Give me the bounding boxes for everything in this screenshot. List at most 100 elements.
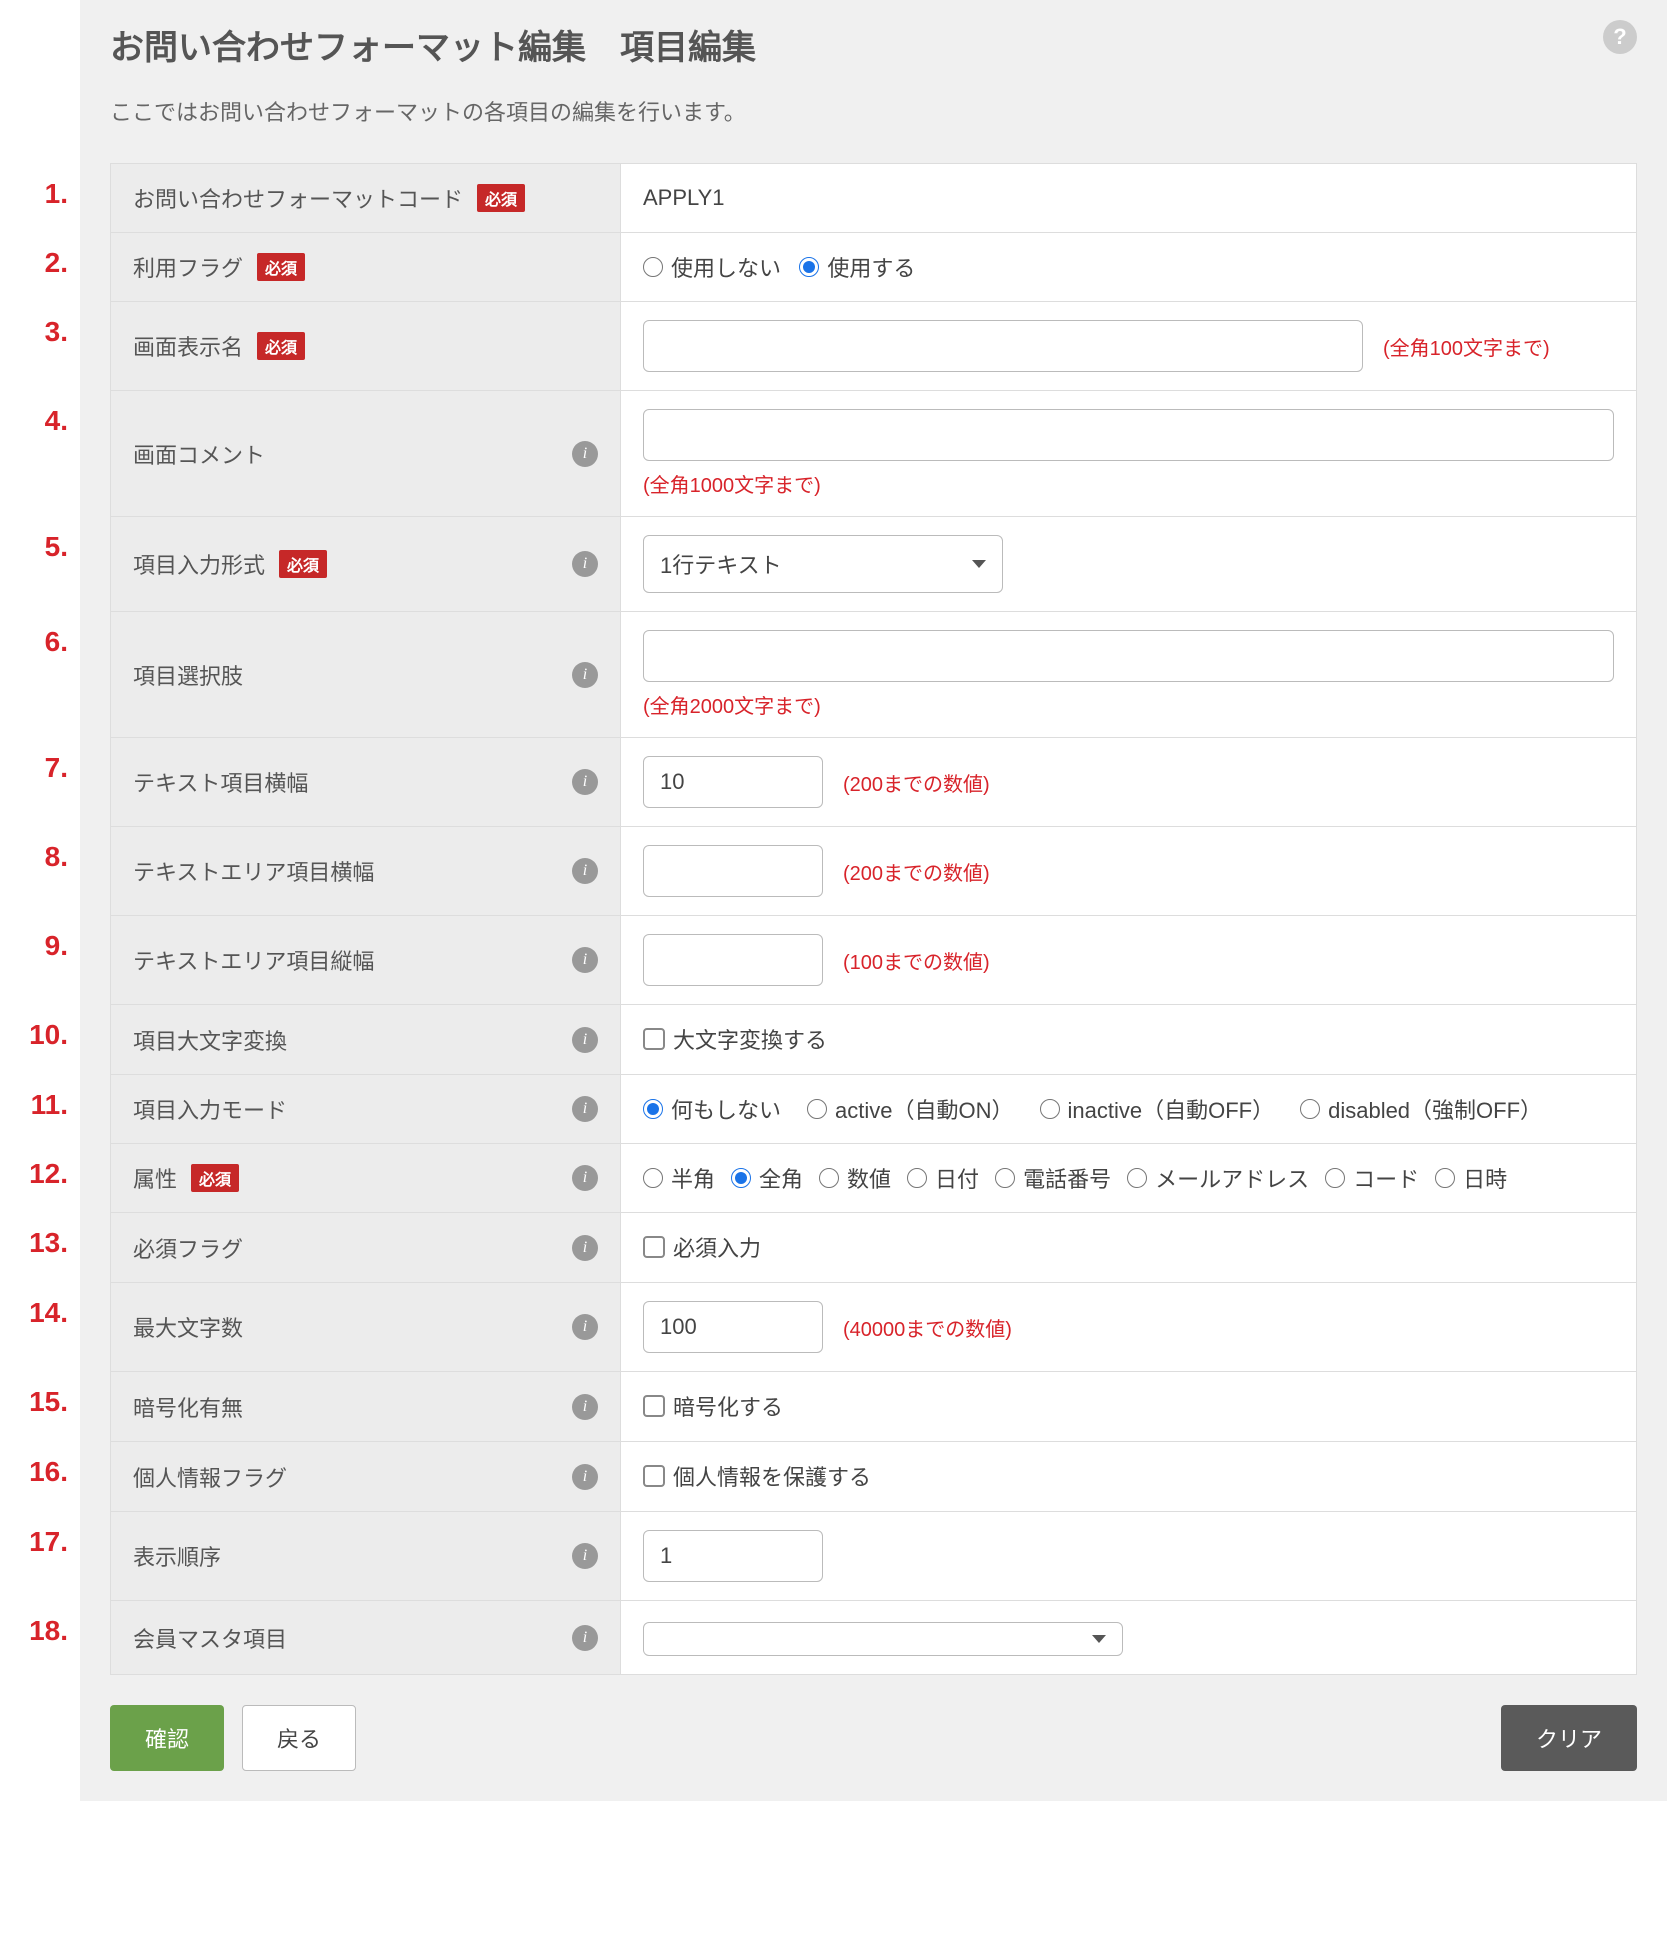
radio-im-none[interactable] — [643, 1099, 663, 1119]
radio-attr-half[interactable] — [643, 1168, 663, 1188]
row-choices: 項目選択肢 i (全角2000文字まで) — [111, 612, 1637, 738]
row-marker: 2. — [45, 247, 68, 279]
row-uppercase: 項目大文字変換 i 大文字変換する — [111, 1005, 1637, 1075]
row-textarea-height: テキストエリア項目縦幅 i (100までの数値) — [111, 916, 1637, 1005]
info-icon[interactable]: i — [572, 551, 598, 577]
label-uppercase: 項目大文字変換 — [133, 1024, 287, 1056]
row-pii: 個人情報フラグ i 個人情報を保護する — [111, 1442, 1637, 1512]
row-attribute: 属性 必須 i 半角 全角 数値 日付 電話番号 メールアドレス コード — [111, 1144, 1637, 1213]
input-display-name[interactable] — [643, 320, 1363, 372]
radio-use-on[interactable] — [799, 257, 819, 277]
checkbox-uppercase[interactable] — [643, 1028, 665, 1050]
hint-max-len: (40000までの数値) — [843, 1313, 1012, 1342]
input-order[interactable] — [643, 1530, 823, 1582]
info-icon[interactable]: i — [572, 1394, 598, 1420]
row-required-flag: 必須フラグ i 必須入力 — [111, 1213, 1637, 1283]
chevron-down-icon — [972, 560, 986, 568]
info-icon[interactable]: i — [572, 441, 598, 467]
radio-attr-tel[interactable] — [995, 1168, 1015, 1188]
form-table: お問い合わせフォーマットコード 必須 APPLY1 利用フラグ 必須 — [110, 163, 1637, 1675]
label-screen-comment: 画面コメント — [133, 438, 265, 470]
input-choices[interactable] — [643, 630, 1614, 682]
info-icon[interactable]: i — [572, 1235, 598, 1261]
radio-im-inactive[interactable] — [1040, 1099, 1060, 1119]
select-input-type-value: 1行テキスト — [660, 548, 782, 580]
label-display-name: 画面表示名 — [133, 330, 243, 362]
back-button[interactable]: 戻る — [242, 1705, 356, 1771]
info-icon[interactable]: i — [572, 769, 598, 795]
row-marker: 14. — [29, 1297, 68, 1329]
radio-use-off-label: 使用しない — [671, 251, 781, 283]
checkbox-uppercase-label: 大文字変換する — [673, 1023, 827, 1055]
label-max-len: 最大文字数 — [133, 1311, 243, 1343]
info-icon[interactable]: i — [572, 662, 598, 688]
checkbox-required[interactable] — [643, 1236, 665, 1258]
hint-textarea-height: (100までの数値) — [843, 946, 990, 975]
chevron-down-icon — [1092, 1635, 1106, 1643]
row-marker: 11. — [31, 1089, 68, 1121]
label-pii: 個人情報フラグ — [133, 1461, 287, 1493]
info-icon[interactable]: i — [572, 1543, 598, 1569]
row-marker: 10. — [29, 1019, 68, 1051]
info-icon[interactable]: i — [572, 947, 598, 973]
input-screen-comment[interactable] — [643, 409, 1614, 461]
input-max-len[interactable] — [643, 1301, 823, 1353]
radio-attr-datetime[interactable] — [1435, 1168, 1455, 1188]
info-icon[interactable]: i — [572, 1096, 598, 1122]
label-textarea-width: テキストエリア項目横幅 — [133, 855, 374, 887]
select-member-master[interactable] — [643, 1622, 1123, 1656]
radio-attr-date[interactable] — [907, 1168, 927, 1188]
checkbox-required-label: 必須入力 — [673, 1231, 761, 1263]
radio-attr-mail[interactable] — [1127, 1168, 1147, 1188]
hint-choices: (全角2000文字まで) — [643, 690, 1614, 719]
label-order: 表示順序 — [133, 1540, 221, 1572]
input-textarea-width[interactable] — [643, 845, 823, 897]
row-marker: 16. — [29, 1456, 68, 1488]
row-marker: 1. — [45, 178, 68, 210]
row-max-len: 最大文字数 i (40000までの数値) — [111, 1283, 1637, 1372]
radio-im-disabled[interactable] — [1300, 1099, 1320, 1119]
checkbox-encrypt-label: 暗号化する — [673, 1390, 783, 1422]
radio-attr-num[interactable] — [819, 1168, 839, 1188]
help-icon[interactable]: ? — [1603, 20, 1637, 54]
label-encrypt: 暗号化有無 — [133, 1391, 243, 1423]
info-icon[interactable]: i — [572, 1464, 598, 1490]
input-text-width[interactable] — [643, 756, 823, 808]
info-icon[interactable]: i — [572, 1625, 598, 1651]
info-icon[interactable]: i — [572, 858, 598, 884]
row-marker: 13. — [29, 1227, 68, 1259]
checkbox-pii[interactable] — [643, 1465, 665, 1487]
radio-use-off[interactable] — [643, 257, 663, 277]
radio-im-active[interactable] — [807, 1099, 827, 1119]
row-display-name: 画面表示名 必須 (全角100文字まで) — [111, 302, 1637, 391]
confirm-button[interactable]: 確認 — [110, 1705, 224, 1771]
info-icon[interactable]: i — [572, 1314, 598, 1340]
row-input-mode: 項目入力モード i 何もしない active（自動ON） inactive（自動… — [111, 1075, 1637, 1144]
required-badge: 必須 — [257, 332, 305, 360]
row-format-code: お問い合わせフォーマットコード 必須 APPLY1 — [111, 164, 1637, 233]
row-member-master: 会員マスタ項目 i — [111, 1601, 1637, 1675]
row-marker: 9. — [45, 930, 68, 962]
label-format-code: お問い合わせフォーマットコード — [133, 182, 463, 214]
hint-screen-comment: (全角1000文字まで) — [643, 469, 1614, 498]
row-marker: 8. — [45, 841, 68, 873]
radio-attr-code[interactable] — [1325, 1168, 1345, 1188]
select-input-type[interactable]: 1行テキスト — [643, 535, 1003, 593]
row-input-type: 項目入力形式 必須 i 1行テキスト — [111, 517, 1637, 612]
required-badge: 必須 — [279, 550, 327, 578]
label-choices: 項目選択肢 — [133, 659, 243, 691]
row-order: 表示順序 i — [111, 1512, 1637, 1601]
row-marker: 15. — [29, 1386, 68, 1418]
radio-attr-full[interactable] — [731, 1168, 751, 1188]
page-title: お問い合わせフォーマット編集 項目編集 — [110, 20, 756, 69]
info-icon[interactable]: i — [572, 1165, 598, 1191]
row-screen-comment: 画面コメント i (全角1000文字まで) — [111, 391, 1637, 517]
clear-button[interactable]: クリア — [1501, 1705, 1637, 1771]
checkbox-pii-label: 個人情報を保護する — [673, 1460, 871, 1492]
hint-display-name: (全角100文字まで) — [1383, 332, 1550, 361]
required-badge: 必須 — [477, 184, 525, 212]
checkbox-encrypt[interactable] — [643, 1395, 665, 1417]
info-icon[interactable]: i — [572, 1027, 598, 1053]
label-member-master: 会員マスタ項目 — [133, 1622, 287, 1654]
input-textarea-height[interactable] — [643, 934, 823, 986]
